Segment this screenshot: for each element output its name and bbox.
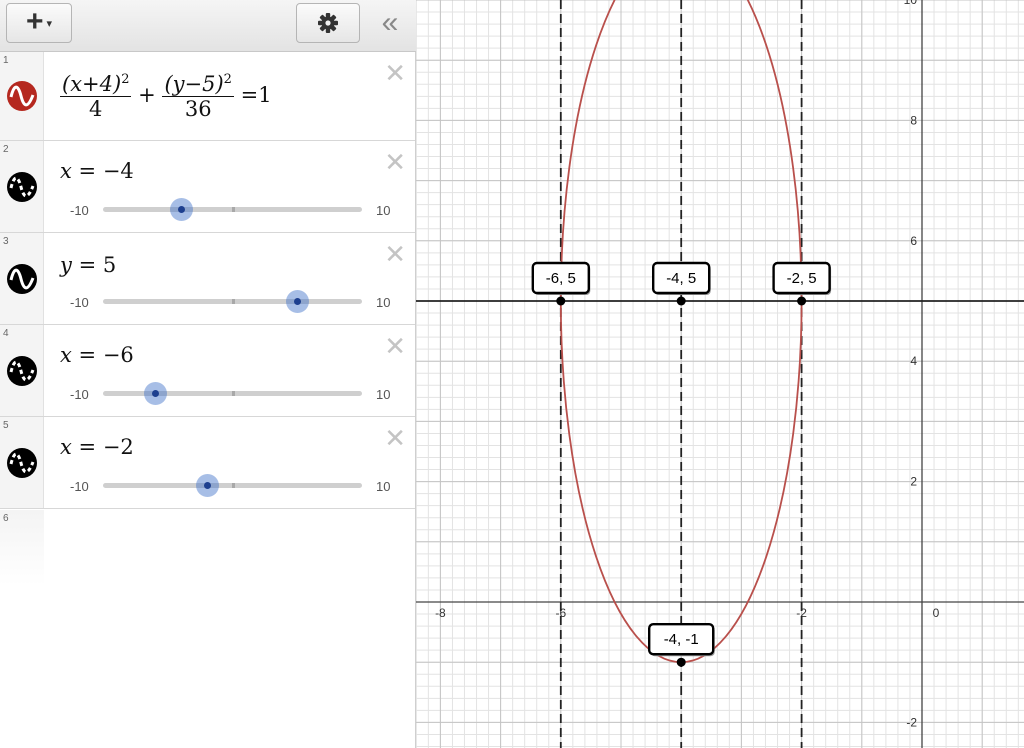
slider-min[interactable]: -10 (70, 479, 89, 494)
graph-style-icon[interactable] (6, 447, 38, 479)
expression-gutter: 5 (0, 417, 44, 508)
add-expression-button[interactable]: + ▾ (6, 3, 72, 43)
graph-style-icon[interactable] (6, 171, 38, 203)
collapse-panel-button[interactable]: « (372, 6, 408, 40)
graph-style-icon[interactable] (6, 80, 38, 112)
y-tick-label: 4 (910, 354, 917, 368)
y-tick-label: 6 (910, 234, 917, 248)
slider-handle[interactable] (169, 198, 193, 221)
slider-zero-tick (232, 207, 235, 212)
graph-style-icon[interactable] (6, 263, 38, 295)
x-tick-label: -8 (435, 606, 446, 620)
expression-number: 4 (3, 328, 9, 339)
point-label: -4, 5 (666, 270, 696, 287)
slider-track[interactable] (103, 290, 362, 313)
new-expression-row[interactable]: 6 (0, 510, 415, 586)
slider-max[interactable]: 10 (376, 295, 390, 310)
slider-max[interactable]: 10 (376, 387, 390, 402)
expression-list: 1 (x+4)2 4 + (y−5)2 36 =1 ✕ 2 x = −4 -10… (0, 52, 415, 509)
y-tick-label: -2 (906, 715, 917, 729)
expression-toolbar: + ▾ « (0, 0, 416, 52)
tick-labels: -8-6-201412108642-2 (435, 0, 940, 729)
expression-panel: + ▾ « 1 (x+4)2 4 + (y−5)2 36 =1 ✕ 2 x = … (0, 0, 416, 748)
slider-zero-tick (232, 299, 235, 304)
delete-expression-icon[interactable]: ✕ (384, 149, 406, 175)
gear-icon (318, 13, 338, 33)
delete-expression-icon[interactable]: ✕ (384, 60, 406, 86)
expression-row-5[interactable]: 5 x = −2 -10 10 ✕ (0, 417, 415, 509)
delete-expression-icon[interactable]: ✕ (384, 333, 406, 359)
y-tick-label: 8 (910, 113, 917, 127)
variable-equation[interactable]: y = 5 (60, 253, 116, 277)
expression-gutter: 3 (0, 233, 44, 324)
expression-gutter: 4 (0, 325, 44, 416)
settings-button[interactable] (296, 3, 360, 43)
variable-equation[interactable]: x = −4 (60, 159, 134, 183)
point-label: -4, -1 (664, 631, 699, 648)
expression-gutter: 1 (0, 52, 44, 140)
point-label: -2, 5 (787, 270, 817, 287)
variable-equation[interactable]: x = −2 (60, 435, 134, 459)
slider-handle[interactable] (195, 474, 219, 497)
expression-number: 5 (3, 420, 9, 431)
double-chevron-left-icon: « (381, 6, 399, 39)
slider-max[interactable]: 10 (376, 479, 390, 494)
y-tick-label: 10 (904, 0, 918, 7)
graph-style-icon[interactable] (6, 355, 38, 387)
slider-max[interactable]: 10 (376, 203, 390, 218)
expression-gutter: 2 (0, 141, 44, 232)
expression-row-4[interactable]: 4 x = −6 -10 10 ✕ (0, 325, 415, 417)
slider-handle[interactable] (286, 290, 310, 313)
y-tick-label: 2 (910, 475, 917, 489)
ellipse-equation[interactable]: (x+4)2 4 + (y−5)2 36 =1 (60, 72, 272, 121)
slider-handle[interactable] (143, 382, 167, 405)
expression-number: 3 (3, 236, 9, 247)
point-marker (556, 296, 566, 306)
variable-equation[interactable]: x = −6 (60, 343, 134, 367)
point-marker (676, 296, 686, 306)
point-marker (797, 296, 807, 306)
delete-expression-icon[interactable]: ✕ (384, 425, 406, 451)
expression-gutter: 6 (0, 510, 44, 586)
slider-min[interactable]: -10 (70, 203, 89, 218)
point-marker (676, 657, 686, 667)
expression-number: 1 (3, 55, 9, 66)
delete-expression-icon[interactable]: ✕ (384, 241, 406, 267)
expression-row-1[interactable]: 1 (x+4)2 4 + (y−5)2 36 =1 ✕ (0, 52, 415, 141)
slider-min[interactable]: -10 (70, 387, 89, 402)
slider-zero-tick (232, 391, 235, 396)
x-tick-label: 0 (933, 606, 940, 620)
plus-icon: + (25, 4, 44, 38)
slider-min[interactable]: -10 (70, 295, 89, 310)
expression-number: 2 (3, 144, 9, 155)
expression-row-2[interactable]: 2 x = −4 -10 10 ✕ (0, 141, 415, 233)
slider-track[interactable] (103, 474, 362, 497)
caret-down-icon: ▾ (46, 17, 53, 30)
expression-row-3[interactable]: 3 y = 5 -10 10 ✕ (0, 233, 415, 325)
point-label: -6, 5 (546, 270, 576, 287)
expression-number: 6 (3, 513, 9, 524)
slider-track[interactable] (103, 382, 362, 405)
slider-zero-tick (232, 483, 235, 488)
slider-track[interactable] (103, 198, 362, 221)
